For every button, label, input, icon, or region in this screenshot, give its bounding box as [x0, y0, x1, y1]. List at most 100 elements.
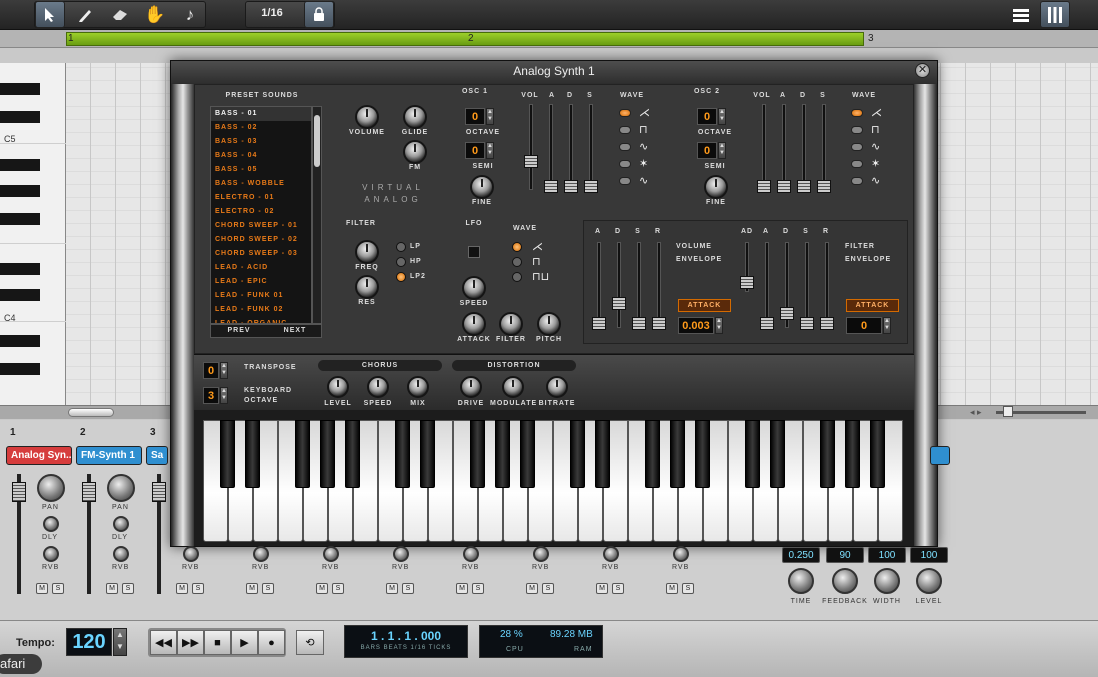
delay-knob[interactable]: [43, 516, 59, 532]
preset-item[interactable]: LEAD - FUNK 02: [211, 303, 311, 317]
zoom-arrows-icon[interactable]: ◂ ▸: [970, 407, 982, 418]
pan-knob[interactable]: [107, 474, 135, 502]
preset-item[interactable]: BASS - 04: [211, 149, 311, 163]
reverb-knob[interactable]: [533, 546, 549, 562]
chorus-level-knob[interactable]: [327, 376, 349, 398]
fx-knob[interactable]: [916, 568, 942, 594]
solo-button[interactable]: S: [472, 583, 484, 594]
chorus-mix-knob[interactable]: [407, 376, 429, 398]
fenv-d-handle[interactable]: [780, 307, 794, 320]
filter-lp-led[interactable]: [396, 242, 406, 252]
piano-roll-keys[interactable]: C5 C4: [0, 63, 66, 405]
venv-a-handle[interactable]: [592, 317, 606, 330]
lfo-speed-knob[interactable]: [462, 276, 486, 300]
loop-icon[interactable]: ⟲: [296, 630, 324, 655]
chorus-speed-knob[interactable]: [367, 376, 389, 398]
preset-item[interactable]: LEAD - FUNK 01: [211, 289, 311, 303]
reverb-knob[interactable]: [43, 546, 59, 562]
filter-hp-led[interactable]: [396, 257, 406, 267]
play-icon[interactable]: ▶: [231, 630, 258, 655]
venv-s-handle[interactable]: [632, 317, 646, 330]
venv-d-handle[interactable]: [612, 297, 626, 310]
osc2-octave-value[interactable]: 0: [697, 108, 717, 125]
osc1-semi-value[interactable]: 0: [465, 142, 485, 159]
distortion-bitrate-knob[interactable]: [546, 376, 568, 398]
menu-icon[interactable]: [1006, 1, 1036, 28]
fast-forward-icon[interactable]: ▶▶: [177, 630, 204, 655]
mute-button[interactable]: M: [176, 583, 188, 594]
osc1-fine-knob[interactable]: [470, 175, 494, 199]
osc2-semi-value[interactable]: 0: [697, 142, 717, 159]
osc1-octave-stepper[interactable]: ▲ ▼: [486, 108, 494, 125]
filter-lp2-led[interactable]: [396, 272, 406, 282]
preset-item[interactable]: BASS - 02: [211, 121, 311, 135]
fx-knob[interactable]: [874, 568, 900, 594]
fenv-value-stepper[interactable]: ▲ ▼: [883, 317, 891, 334]
solo-button[interactable]: S: [332, 583, 344, 594]
transpose-value[interactable]: 0: [203, 362, 219, 379]
fenv-ad-handle[interactable]: [740, 276, 754, 289]
preset-item[interactable]: ELECTRO - 02: [211, 205, 311, 219]
osc2-vol-slider[interactable]: [762, 104, 766, 190]
mixer-view-icon[interactable]: [1040, 1, 1070, 28]
close-icon[interactable]: ✕: [915, 63, 930, 78]
pencil-icon[interactable]: [70, 1, 100, 28]
osc2-semi-stepper[interactable]: ▲ ▼: [718, 142, 726, 159]
osc1-a-slider[interactable]: [549, 104, 553, 190]
channel-name[interactable]: Sa: [146, 446, 168, 465]
preset-list[interactable]: BASS - 01 BASS - 02 BASS - 03 BASS - 04 BASS…: [210, 106, 312, 324]
reverb-knob[interactable]: [463, 546, 479, 562]
black-key[interactable]: [770, 420, 785, 488]
fenv-s-handle[interactable]: [800, 317, 814, 330]
hand-icon[interactable]: ✋: [140, 1, 170, 28]
reverb-knob[interactable]: [323, 546, 339, 562]
black-key[interactable]: [345, 420, 360, 488]
osc1-wave-led[interactable]: [619, 160, 631, 168]
osc1-d-slider[interactable]: [569, 104, 573, 190]
lock-icon[interactable]: [304, 1, 334, 28]
osc2-d-slider[interactable]: [802, 104, 806, 190]
osc2-a-handle[interactable]: [777, 180, 791, 193]
lfo-sync-toggle[interactable]: [468, 246, 480, 258]
black-key[interactable]: [420, 420, 435, 488]
black-key[interactable]: [0, 111, 40, 123]
venv-r-handle[interactable]: [652, 317, 666, 330]
osc2-wave-led[interactable]: [851, 177, 863, 185]
osc1-d-handle[interactable]: [564, 180, 578, 193]
osc2-wave-led[interactable]: [851, 143, 863, 151]
solo-button[interactable]: S: [262, 583, 274, 594]
reverb-knob[interactable]: [673, 546, 689, 562]
black-key[interactable]: [0, 159, 40, 171]
mute-button[interactable]: M: [596, 583, 608, 594]
lfo-wave-saw-led[interactable]: [512, 242, 522, 252]
osc1-s-handle[interactable]: [584, 180, 598, 193]
fm-knob[interactable]: [403, 140, 427, 164]
transpose-stepper[interactable]: ▲ ▼: [220, 362, 228, 379]
pan-knob[interactable]: [37, 474, 65, 502]
fenv-attack-selector[interactable]: ATTACK: [846, 299, 899, 312]
lfo-wave-pulse-led[interactable]: [512, 272, 522, 282]
next-button[interactable]: NEXT: [270, 327, 320, 334]
venv-a-slider[interactable]: [597, 242, 601, 328]
preset-item[interactable]: CHORD SWEEP - 02: [211, 233, 311, 247]
fx-value-display[interactable]: 100: [868, 547, 906, 563]
filter-freq-knob[interactable]: [355, 240, 379, 264]
keyboard-octave-value[interactable]: 3: [203, 387, 219, 404]
fx-value-display[interactable]: 90: [826, 547, 864, 563]
reverb-knob[interactable]: [183, 546, 199, 562]
mute-button[interactable]: M: [106, 583, 118, 594]
prev-button[interactable]: PREV: [214, 327, 264, 334]
preset-item[interactable]: BASS - WOBBLE: [211, 177, 311, 191]
zoom-slider-handle[interactable]: [1003, 406, 1013, 417]
black-key[interactable]: [470, 420, 485, 488]
preset-item[interactable]: ELECTRO - 01: [211, 191, 311, 205]
osc1-semi-stepper[interactable]: ▲ ▼: [486, 142, 494, 159]
stop-icon[interactable]: ■: [204, 630, 231, 655]
preset-item[interactable]: CHORD SWEEP - 03: [211, 247, 311, 261]
solo-button[interactable]: S: [682, 583, 694, 594]
rewind-icon[interactable]: ◀◀: [150, 630, 177, 655]
osc1-vol-handle[interactable]: [524, 155, 538, 168]
osc2-wave-led[interactable]: [851, 109, 863, 117]
black-key[interactable]: [695, 420, 710, 488]
reverb-knob[interactable]: [603, 546, 619, 562]
